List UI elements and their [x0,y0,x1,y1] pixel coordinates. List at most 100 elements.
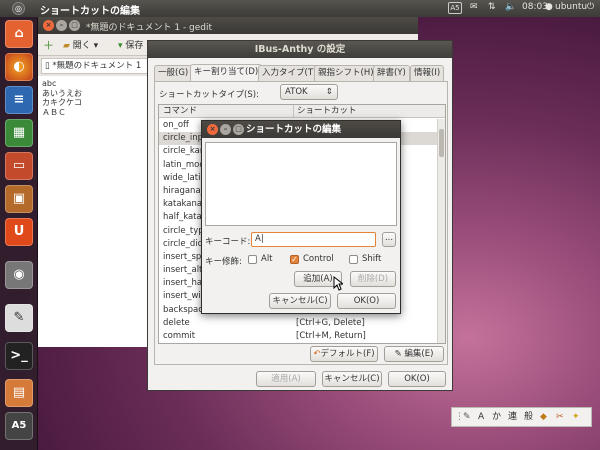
software-center-icon[interactable]: ▣ [5,185,33,213]
terminal-icon[interactable]: >_ [5,342,33,370]
apply-button[interactable]: 適用(A) [256,371,316,387]
mail-icon[interactable]: ✉ [470,2,478,12]
ime-input[interactable]: か [492,408,501,426]
shift-label: Shift [362,254,382,264]
control-checkbox[interactable]: ✓ [290,255,299,264]
gedit-titlebar: × – □ *無題のドキュメント 1 - gedit [38,17,418,34]
edit-button[interactable]: ✎ 編集(E) [384,346,444,362]
ime-conv[interactable]: 連 [508,408,517,426]
minimize-icon[interactable]: – [56,20,67,31]
document-tab[interactable]: ▯ *無題のドキュメント 1 [41,58,153,74]
text-area[interactable]: abc あいうえお カキクケコ ＡＢＣ [42,79,82,117]
launcher: ⌂ ◐ ≡ ▦ ▭ ▣ U ◉ ✎ >_ ▤ A5 [0,17,38,450]
ime-general[interactable]: 般 [524,408,533,426]
default-button[interactable]: ↶デフォルト(F) [310,346,378,362]
scrollbar[interactable] [437,119,445,343]
save-icon: ▾ [118,41,123,51]
help-icon[interactable]: ✦ [572,408,580,426]
maximize-icon[interactable]: □ [69,20,80,31]
close-icon[interactable]: × [207,124,218,135]
network-icon[interactable]: ⇅ [488,2,496,12]
shortcut-type-select[interactable]: ATOK ⇕ [280,84,338,100]
volume-icon[interactable]: 🔈 [505,2,516,12]
dictionary-icon[interactable]: ◆ [540,408,547,426]
text-editor-icon[interactable]: ✎ [5,304,33,332]
tab-key-assign[interactable]: キー割り当て(D) [190,64,263,81]
setup-title: IBus-Anthy の設定 [254,44,346,55]
shift-checkbox[interactable] [349,255,358,264]
keycode-label: キーコード: [205,237,251,247]
anthy-icon[interactable]: A5 [5,412,33,440]
keycode-value: A [255,234,261,244]
ibus-icon[interactable]: ✎ [463,408,471,426]
command-cell: insert_spa [163,251,207,262]
table-row[interactable]: delete [Ctrl+G, Delete] [159,317,445,330]
text-line: abc [42,79,57,88]
command-cell: delete [163,317,190,328]
mouse-pointer-icon [333,276,343,291]
command-cell: insert_wid [163,291,207,302]
calc-icon[interactable]: ▦ [5,119,33,147]
dialog-ok-button[interactable]: OK(O) [337,293,396,309]
user-name[interactable]: ubuntu [555,2,587,12]
delete-button[interactable]: 削除(D) [350,271,396,287]
open-button[interactable]: ▰ 開く ▾ [63,38,98,51]
firefox-icon[interactable]: ◐ [5,53,33,81]
shortcut-list[interactable] [205,142,397,226]
cancel-button[interactable]: キャンセル(C) [322,371,382,387]
ime-toolbar: ⋮ ✎ A か 連 般 ◆ ✂ ✦ [451,407,592,427]
dialog-title: ショートカットの編集 [246,124,342,135]
top-panel: ◎ ショートカットの編集 A5 ✉ ⇅ 🔈 08:03 ● ubuntu ⏻ [0,0,600,17]
col-shortcut: ショートカット [293,105,357,117]
alt-label: Alt [261,254,273,264]
camera-icon[interactable]: ◉ [5,261,33,289]
text-line: あいうえお [42,88,82,98]
dialog-titlebar: × – □ ショートカットの編集 [202,121,400,138]
tab-dictionary[interactable]: 辞書(Y) [373,65,410,81]
tab-info[interactable]: 情報(I) [410,65,445,81]
command-cell: commit [163,331,196,341]
new-icon[interactable]: ＋ [43,37,54,53]
browse-button[interactable]: ... [382,232,396,247]
shortcut-type-value: ATOK [285,87,308,97]
open-label: 開く [72,41,91,51]
dialog-cancel-button[interactable]: キャンセル(C) [269,293,331,309]
table-row[interactable]: commit [Ctrl+M, Return] [159,330,445,343]
maximize-icon[interactable]: □ [233,124,244,135]
window-title: ショートカットの編集 [40,6,140,17]
command-cell: on_off [163,120,189,130]
impress-icon[interactable]: ▭ [5,152,33,180]
chevron-down-icon: ⇕ [325,87,333,97]
col-command: コマンド [163,106,198,116]
tab-thumb-shift[interactable]: 親指シフト(H) [314,65,378,81]
ubuntu-one-icon[interactable]: U [5,218,33,246]
command-cell: wide_latin [163,172,206,183]
close-icon[interactable]: × [43,20,54,31]
edit-icon: ✎ [394,349,402,359]
document-tab-label: *無題のドキュメント 1 [52,61,142,71]
edit-label: 編集(E) [404,349,434,359]
ime-indicator-icon[interactable]: A5 [448,2,462,14]
shortcut-edit-dialog: × – □ ショートカットの編集 キーコード: A| ... キー修飾: Alt… [201,120,401,314]
shortcut-cell: [Ctrl+M, Return] [296,331,366,341]
scrollbar-thumb[interactable] [439,129,444,157]
default-label: デフォルト(F) [320,349,375,359]
alt-checkbox[interactable] [248,255,257,264]
modifier-label: キー修飾: [205,257,242,267]
user-icon[interactable]: ● [545,2,553,12]
save-button[interactable]: ▾ 保存 [118,38,143,51]
workspaces-icon[interactable]: ▤ [5,379,33,407]
minimize-icon[interactable]: – [220,124,231,135]
ok-button[interactable]: OK(O) [388,371,446,387]
tools-icon[interactable]: ✂ [556,408,564,426]
gedit-title: *無題のドキュメント 1 - gedit [86,23,213,33]
tab-input-type[interactable]: 入力タイプ(T) [258,65,321,81]
ubuntu-logo-icon[interactable]: ◎ [12,2,25,15]
tab-general[interactable]: 一般(G) [154,65,193,81]
control-label: Control [303,254,334,264]
keycode-input[interactable]: A| [251,232,376,247]
writer-icon[interactable]: ≡ [5,86,33,114]
home-folder-icon[interactable]: ⌂ [5,20,33,48]
ime-mode[interactable]: A [478,408,484,426]
power-icon[interactable]: ⏻ [587,2,594,12]
